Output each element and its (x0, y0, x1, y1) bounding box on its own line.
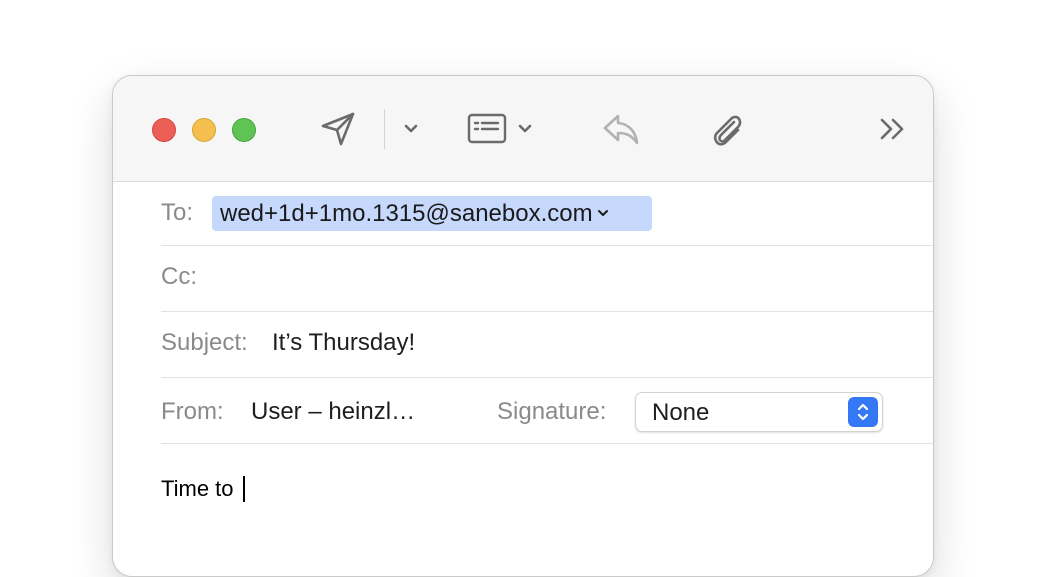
to-label: To: (161, 199, 194, 226)
attachment-icon[interactable] (707, 108, 747, 150)
subject-label: Subject: (161, 329, 248, 356)
chevron-down-icon[interactable] (514, 116, 536, 142)
from-label: From: (161, 398, 224, 425)
compose-window: To: wed+1d+1mo.1315@sanebox.com Cc: Subj… (112, 75, 934, 577)
zoom-icon[interactable] (232, 118, 256, 142)
toolbar-separator (384, 109, 385, 149)
toolbar (113, 76, 933, 182)
recipient-address: wed+1d+1mo.1315@sanebox.com (220, 199, 593, 227)
signature-select[interactable]: None (635, 392, 883, 432)
body-text: Time to (161, 476, 240, 501)
more-toolbar-icon[interactable] (877, 114, 909, 144)
close-icon[interactable] (152, 118, 176, 142)
cc-row[interactable]: Cc: (161, 246, 933, 312)
message-body[interactable]: Time to (161, 476, 245, 502)
send-icon[interactable] (317, 109, 359, 149)
signature-value: None (652, 399, 710, 426)
cc-label: Cc: (161, 263, 197, 290)
signature-label: Signature: (497, 398, 607, 425)
to-row: To: wed+1d+1mo.1315@sanebox.com (161, 182, 933, 246)
chevron-down-icon[interactable] (400, 116, 422, 142)
from-field[interactable]: User – heinzl… (251, 398, 415, 426)
subject-row[interactable]: Subject: It’s Thursday! (161, 312, 933, 378)
text-cursor (242, 476, 245, 502)
recipient-token[interactable]: wed+1d+1mo.1315@sanebox.com (212, 196, 652, 231)
minimize-icon[interactable] (192, 118, 216, 142)
chevron-down-icon[interactable] (597, 209, 609, 218)
stepper-arrows-icon[interactable] (848, 397, 878, 427)
reply-icon[interactable] (599, 109, 643, 149)
from-row: From: User – heinzl… Signature: None (161, 378, 933, 444)
subject-field[interactable]: It’s Thursday! (272, 329, 415, 357)
header-fields-icon[interactable] (465, 109, 509, 149)
